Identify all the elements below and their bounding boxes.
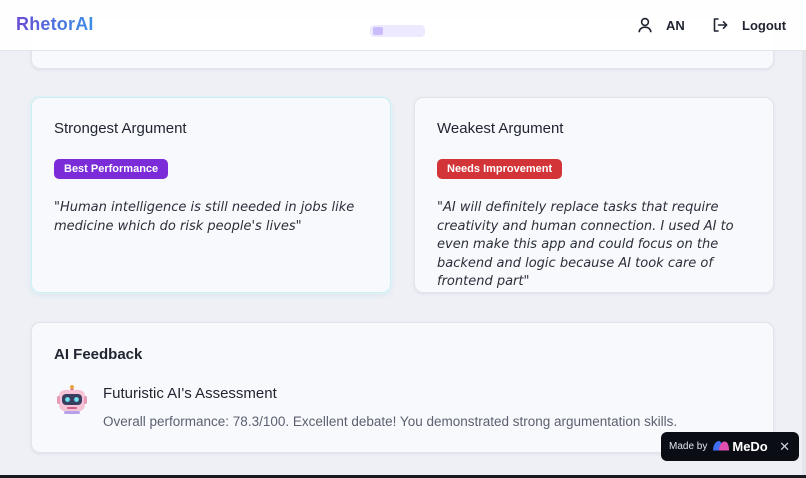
user-menu[interactable]: AN [638, 16, 685, 34]
made-by-label: Made by [669, 441, 708, 452]
user-initials: AN [666, 17, 685, 33]
strongest-argument-quote: "Human intelligence is still needed in j… [54, 200, 355, 234]
close-icon[interactable]: ✕ [779, 439, 790, 455]
medo-brand: MeDo [732, 439, 768, 454]
brand-logo[interactable]: RhetorAI [16, 14, 94, 35]
assessment-text: Overall performance: 78.3/100. Excellent… [103, 414, 678, 429]
medo-logo-icon [712, 438, 730, 456]
top-navbar: RhetorAI AN Logout [0, 0, 806, 51]
logout-button[interactable]: Logout [712, 16, 786, 34]
weakest-argument-title: Weakest Argument [437, 120, 564, 137]
best-performance-badge: Best Performance [54, 159, 169, 179]
logout-label: Logout [742, 17, 787, 33]
logout-icon [712, 17, 728, 33]
assessment-heading: Futuristic AI's Assessment [103, 385, 277, 402]
ai-feedback-title: AI Feedback [54, 346, 143, 363]
strongest-argument-card: Strongest Argument Best Performance "Hum… [31, 97, 391, 293]
scrollbar-track[interactable] [802, 0, 806, 478]
robot-icon [57, 385, 87, 420]
faded-chip-decoration [370, 25, 425, 37]
user-icon [638, 17, 652, 33]
weakest-argument-quote: "AI will definitely replace tasks that r… [437, 200, 734, 289]
made-by-medo-badge[interactable]: Made by MeDo ✕ [661, 432, 799, 461]
strongest-argument-title: Strongest Argument [54, 120, 187, 137]
needs-improvement-badge: Needs Improvement [437, 159, 563, 179]
weakest-argument-card: Weakest Argument Needs Improvement "AI w… [414, 97, 774, 293]
